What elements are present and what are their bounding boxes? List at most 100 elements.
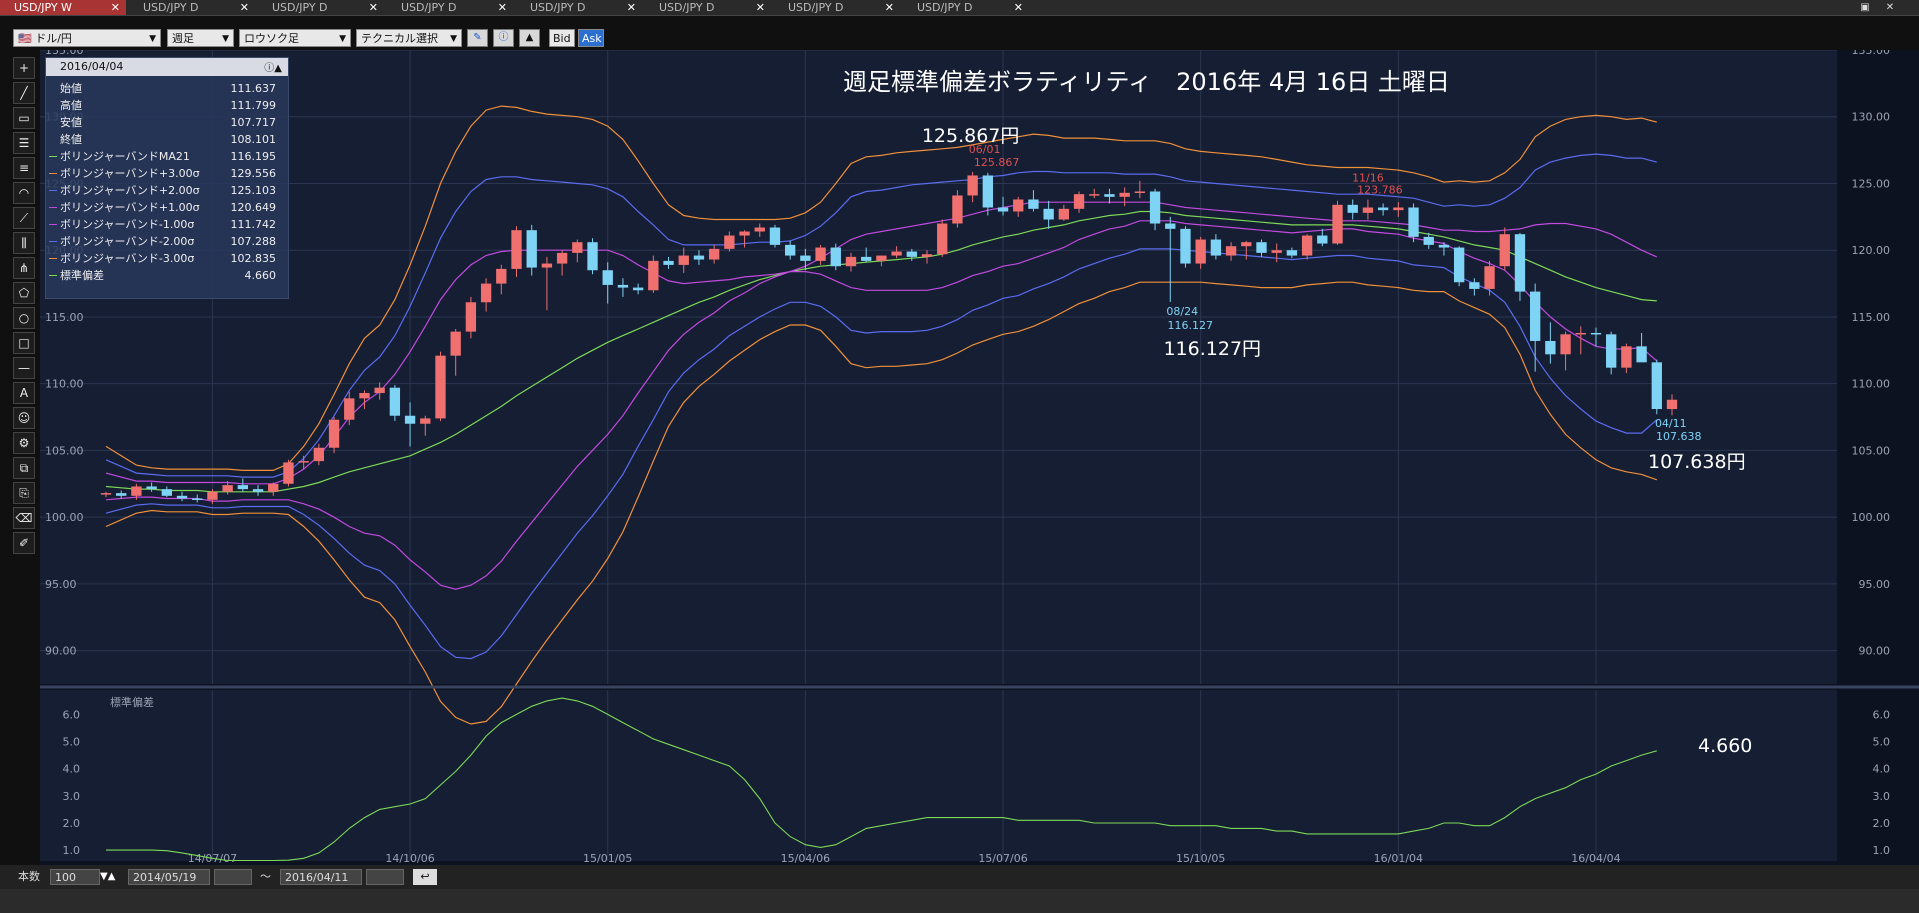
pitchfork-icon[interactable]: ⋔ bbox=[13, 257, 35, 279]
pen-icon[interactable]: ✎ bbox=[467, 29, 488, 47]
candle-body bbox=[1560, 334, 1571, 355]
tab-close-icon[interactable]: ✕ bbox=[885, 0, 894, 15]
candle-body bbox=[496, 268, 507, 284]
info-row: 安値 107.717 bbox=[46, 114, 288, 131]
candle-body bbox=[693, 255, 705, 260]
ask-button[interactable]: Ask bbox=[578, 29, 604, 47]
tab-7[interactable]: USD/JPY D ✕ bbox=[903, 0, 1029, 15]
tab-0[interactable]: USD/JPY W ✕ bbox=[0, 0, 126, 15]
candle-body bbox=[967, 175, 978, 196]
trendline-icon[interactable]: ╱ bbox=[13, 82, 35, 104]
info-value: 4.660 bbox=[244, 269, 277, 282]
restore-icon[interactable]: ▣ bbox=[1855, 1, 1875, 14]
candle bbox=[937, 219, 948, 257]
fib-icon[interactable]: ⫼ bbox=[13, 232, 35, 254]
hlines-icon[interactable]: ☰ bbox=[13, 132, 35, 154]
pentagon-icon[interactable]: ⬠ bbox=[13, 282, 35, 304]
price-chart[interactable]: 90.00 90.00 95.00 95.00 100.00 100.00 105.00 10… bbox=[40, 44, 1919, 865]
text-icon[interactable]: A bbox=[13, 382, 35, 404]
tab-close-icon[interactable]: ✕ bbox=[369, 0, 378, 15]
rectangle-icon[interactable]: □ bbox=[13, 332, 35, 354]
symbol-select[interactable]: 🇺🇸 ドル/円 ▼ bbox=[13, 29, 161, 47]
candle-body bbox=[1180, 228, 1191, 264]
candle-body bbox=[131, 486, 142, 496]
candle-body bbox=[1666, 399, 1678, 410]
hline-icon[interactable]: — bbox=[13, 357, 35, 379]
candle-body bbox=[420, 418, 431, 424]
price-tick-label-left: 105.00 bbox=[45, 444, 84, 457]
flag-icon: 🇺🇸 bbox=[18, 32, 32, 45]
technical-select[interactable]: テクニカル選択 ▼ bbox=[356, 29, 462, 47]
channel-icon[interactable]: ≡ bbox=[13, 157, 35, 179]
from-time-input[interactable] bbox=[214, 869, 252, 885]
tab-close-icon[interactable]: ✕ bbox=[498, 0, 507, 15]
candle-body bbox=[708, 248, 720, 260]
info-label: 高値 bbox=[60, 99, 82, 112]
count-down-icon[interactable]: ▼▲ bbox=[100, 869, 115, 885]
from-date-input[interactable]: 2014/05/19 bbox=[128, 869, 210, 885]
chart-kind-label: ロウソク足 bbox=[244, 32, 299, 45]
candle-body bbox=[1332, 204, 1343, 244]
range-bar: 本数 100 ▼▲ 2014/05/19 ～ 2016/04/11 ↩ bbox=[0, 865, 1919, 889]
tab-6[interactable]: USD/JPY D ✕ bbox=[774, 0, 900, 15]
candle-body bbox=[1225, 246, 1237, 256]
info-icon[interactable]: ⓘ bbox=[493, 29, 514, 47]
tab-close-icon[interactable]: ✕ bbox=[756, 0, 765, 15]
sub-tick-label-left: 4.0 bbox=[63, 763, 81, 776]
ruler-icon[interactable]: ▭ bbox=[13, 107, 35, 129]
candle-body bbox=[1104, 194, 1115, 197]
candle-body bbox=[617, 284, 629, 288]
candle-body bbox=[906, 251, 917, 257]
tab-4[interactable]: USD/JPY D ✕ bbox=[516, 0, 642, 15]
arc-icon[interactable]: ◠ bbox=[13, 182, 35, 204]
tab-bar: USD/JPY W ✕ USD/JPY D ✕ USD/JPY D ✕ USD/JPY D ✕… bbox=[0, 0, 1919, 16]
circle-icon[interactable]: ○ bbox=[13, 307, 35, 329]
tab-close-icon[interactable]: ✕ bbox=[240, 0, 249, 15]
tab-close-icon[interactable]: ✕ bbox=[1014, 0, 1023, 15]
info-label: ボリンジャーバンド+3.00σ bbox=[60, 167, 200, 180]
info-date: 2016/04/04 bbox=[60, 60, 124, 73]
to-date-input[interactable]: 2016/04/11 bbox=[280, 869, 362, 885]
info-row: ボリンジャーバンド+1.00σ 120.649 bbox=[46, 199, 288, 216]
tab-5[interactable]: USD/JPY D ✕ bbox=[645, 0, 771, 15]
price-tick-label-left: 100.00 bbox=[45, 511, 84, 524]
info-row: ボリンジャーバンドMA21 116.195 bbox=[46, 148, 288, 165]
settings-icon[interactable]: ⚙ bbox=[13, 432, 35, 454]
chart-kind-select[interactable]: ロウソク足 ▼ bbox=[239, 29, 351, 47]
candle-body bbox=[739, 231, 750, 236]
count-input[interactable]: 100 bbox=[50, 869, 100, 885]
tab-3[interactable]: USD/JPY D ✕ bbox=[387, 0, 513, 15]
tab-1[interactable]: USD/JPY D ✕ bbox=[129, 0, 255, 15]
info-row: 標準偏差 4.660 bbox=[46, 267, 288, 284]
candle-body bbox=[100, 493, 112, 495]
period-select[interactable]: 週足 ▼ bbox=[167, 29, 234, 47]
tab-2[interactable]: USD/JPY D ✕ bbox=[258, 0, 384, 15]
sub-tick-label-left: 3.0 bbox=[63, 790, 81, 803]
price-tick-label: 130.00 bbox=[1852, 111, 1891, 124]
bid-button[interactable]: Bid bbox=[549, 29, 575, 47]
info-row: ボリンジャーバンド-3.00σ 102.835 bbox=[46, 250, 288, 267]
fan-icon[interactable]: ⟋ bbox=[13, 207, 35, 229]
candle-body bbox=[648, 260, 659, 291]
area-icon[interactable]: ▲ bbox=[519, 29, 540, 47]
reload-icon[interactable]: ↩ bbox=[413, 869, 437, 885]
copy-icon[interactable]: ⧉ bbox=[13, 457, 35, 479]
info-collapse-icon[interactable]: ⓘ▲ bbox=[264, 60, 282, 78]
series-swatch bbox=[49, 224, 57, 225]
to-time-input[interactable] bbox=[366, 869, 404, 885]
crosshair-icon[interactable]: + bbox=[13, 57, 35, 79]
eraser-all-icon[interactable]: ✐ bbox=[13, 532, 35, 554]
sub-tick-label: 1.0 bbox=[1873, 844, 1891, 857]
candle-body bbox=[1256, 242, 1267, 253]
info-row: 終値 108.101 bbox=[46, 131, 288, 148]
info-value: 111.637 bbox=[230, 82, 277, 95]
eraser-icon[interactable]: ⌫ bbox=[13, 507, 35, 529]
tab-close-icon[interactable]: ✕ bbox=[627, 0, 636, 15]
tab-close-icon[interactable]: ✕ bbox=[111, 0, 120, 15]
info-value: 116.195 bbox=[230, 150, 277, 163]
paste-icon[interactable]: ⎘ bbox=[13, 482, 35, 504]
chart-area[interactable]: 90.00 90.00 95.00 95.00 100.00 100.00 105.00 10… bbox=[40, 44, 1919, 865]
price-tick-label-left: 110.00 bbox=[45, 378, 84, 391]
close-window-icon[interactable]: ✕ bbox=[1880, 1, 1900, 14]
stamp-icon[interactable]: ☺ bbox=[13, 407, 35, 429]
